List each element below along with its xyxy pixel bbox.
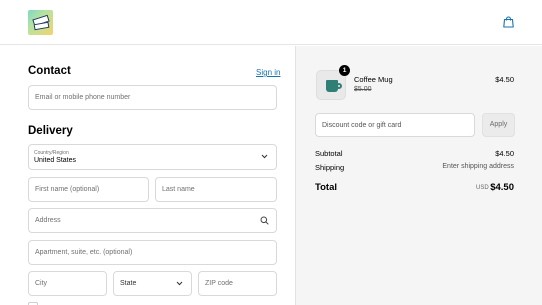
mug-handle (336, 83, 342, 89)
discount-placeholder: Discount code or gift card (322, 122, 402, 129)
state-value: State (120, 280, 137, 287)
zip-field[interactable]: ZIP code (198, 271, 277, 296)
country-value: United States (34, 157, 77, 164)
first-name-placeholder: First name (optional) (35, 186, 100, 193)
discount-code-field[interactable]: Discount code or gift card (315, 113, 475, 137)
product-price: $4.50 (495, 75, 514, 84)
country-label: Country/Region (34, 150, 69, 156)
apartment-field[interactable]: Apartment, suite, etc. (optional) (28, 240, 277, 265)
logo[interactable] (28, 10, 53, 35)
quantity-badge: 1 (339, 65, 350, 76)
sign-in-link[interactable]: Sign in (256, 68, 280, 77)
total-value: $4.50 (490, 182, 514, 193)
last-name-field[interactable]: Last name (155, 177, 277, 202)
delivery-heading: Delivery (28, 125, 73, 137)
email-placeholder: Email or mobile phone number (35, 94, 131, 101)
zip-placeholder: ZIP code (205, 280, 233, 287)
chevron-down-icon (176, 281, 183, 286)
last-name-placeholder: Last name (162, 186, 195, 193)
search-icon (260, 216, 269, 225)
tag-icon (33, 21, 50, 31)
header (0, 0, 542, 45)
country-select[interactable]: Country/Region United States (28, 144, 277, 170)
address-placeholder: Address (35, 217, 61, 224)
subtotal-label: Subtotal (315, 149, 343, 158)
city-placeholder: City (35, 280, 48, 287)
apartment-placeholder: Apartment, suite, etc. (optional) (35, 249, 133, 256)
email-field[interactable]: Email or mobile phone number (28, 85, 277, 110)
product-original-price: $5.00 (354, 86, 372, 93)
shipping-value: Enter shipping address (442, 163, 514, 170)
apply-button[interactable]: Apply (482, 113, 515, 137)
shopping-bag-icon[interactable] (503, 16, 514, 28)
chevron-down-icon (261, 154, 268, 159)
state-select[interactable]: State (113, 271, 192, 296)
total-label: Total (315, 182, 337, 193)
total-currency: USD (476, 185, 489, 191)
contact-heading: Contact (28, 65, 71, 77)
address-field[interactable]: Address (28, 208, 277, 233)
subtotal-value: $4.50 (495, 149, 514, 158)
shipping-label: Shipping (315, 163, 345, 172)
product-name: Coffee Mug (354, 75, 393, 84)
first-name-field[interactable]: First name (optional) (28, 177, 149, 202)
city-field[interactable]: City (28, 271, 107, 296)
